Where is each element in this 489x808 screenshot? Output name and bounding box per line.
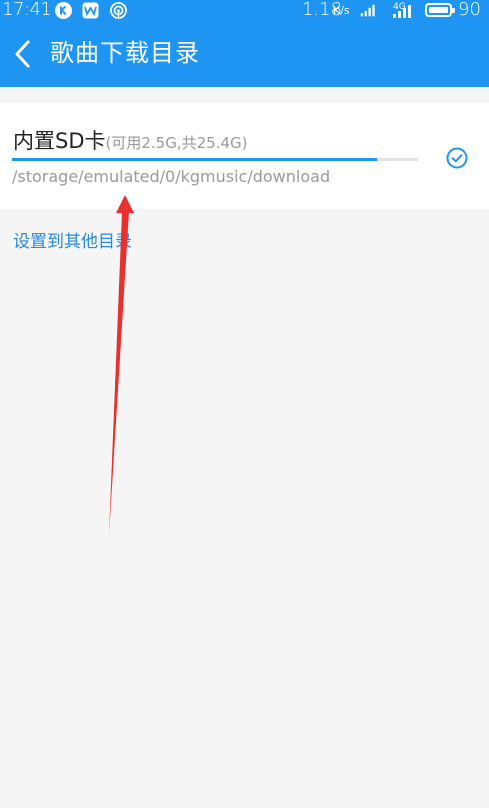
storage-name: 内置SD卡 xyxy=(13,129,106,153)
k-app-icon xyxy=(55,2,72,19)
storage-usage-fill xyxy=(12,158,378,161)
signal-icon xyxy=(360,4,375,17)
storage-option-internal-sd[interactable]: 内置SD卡(可用2.5G,共25.4G) /storage/emulated/0… xyxy=(0,103,489,209)
chevron-left-icon xyxy=(15,40,30,68)
check-circle-icon xyxy=(446,147,468,169)
set-other-directory-link[interactable]: 设置到其他目录 xyxy=(13,227,132,252)
status-bar: 17:41 1.18 K/s 4G 90 xyxy=(0,0,489,22)
app-bar: 17:41 1.18 K/s 4G 90 歌曲下载目录 xyxy=(0,0,489,87)
battery-level: 90 xyxy=(458,0,481,20)
back-button[interactable] xyxy=(6,36,42,72)
storage-path: /storage/emulated/0/kgmusic/download xyxy=(12,167,331,186)
hotspot-icon xyxy=(110,2,127,19)
storage-capacity: (可用2.5G,共25.4G) xyxy=(105,134,248,152)
status-time: 17:41 xyxy=(2,0,52,20)
storage-usage-bar xyxy=(12,158,418,161)
battery-icon xyxy=(425,3,455,17)
signal-4g-icon: 4G xyxy=(392,0,416,20)
wps-icon xyxy=(82,2,99,19)
network-speed-unit: K/s xyxy=(333,4,350,17)
page-title: 歌曲下载目录 xyxy=(50,39,200,67)
storage-name-line: 内置SD卡(可用2.5G,共25.4G) xyxy=(13,125,248,155)
